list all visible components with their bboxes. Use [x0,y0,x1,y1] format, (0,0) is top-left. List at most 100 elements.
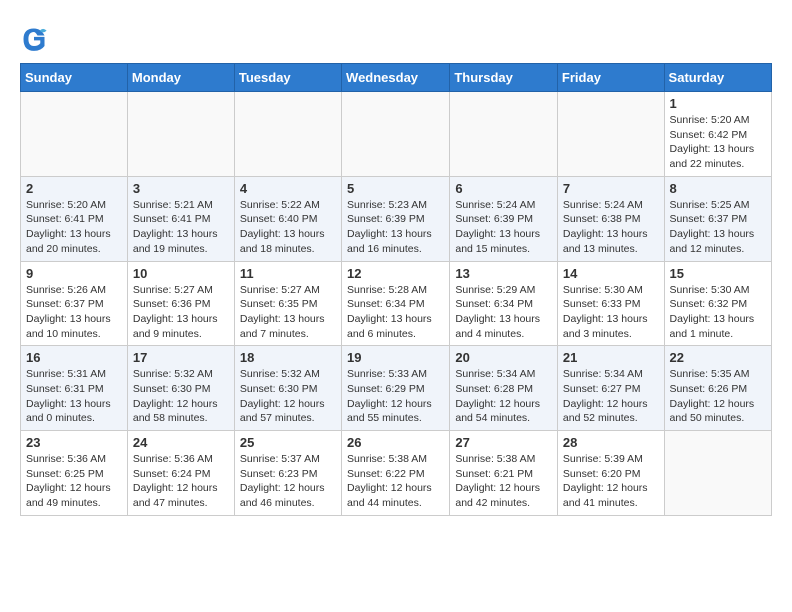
calendar-day-cell [21,92,128,177]
calendar-day-cell: 12 Sunrise: 5:28 AM Sunset: 6:34 PM Dayli… [342,261,450,346]
calendar-day-cell: 26 Sunrise: 5:38 AM Sunset: 6:22 PM Dayli… [342,431,450,516]
day-number: 14 [563,266,659,281]
day-info: Sunrise: 5:25 AM Sunset: 6:37 PM Dayligh… [670,198,766,257]
day-info: Sunrise: 5:24 AM Sunset: 6:38 PM Dayligh… [563,198,659,257]
calendar-week-row: 2 Sunrise: 5:20 AM Sunset: 6:41 PM Daylig… [21,176,772,261]
day-number: 21 [563,350,659,365]
day-info: Sunrise: 5:24 AM Sunset: 6:39 PM Dayligh… [455,198,552,257]
calendar-day-cell: 5 Sunrise: 5:23 AM Sunset: 6:39 PM Daylig… [342,176,450,261]
day-number: 4 [240,181,336,196]
calendar-day-cell: 4 Sunrise: 5:22 AM Sunset: 6:40 PM Daylig… [234,176,341,261]
day-info: Sunrise: 5:23 AM Sunset: 6:39 PM Dayligh… [347,198,444,257]
day-info: Sunrise: 5:34 AM Sunset: 6:27 PM Dayligh… [563,367,659,426]
calendar-day-cell: 6 Sunrise: 5:24 AM Sunset: 6:39 PM Daylig… [450,176,558,261]
calendar-day-cell [342,92,450,177]
calendar-day-cell: 3 Sunrise: 5:21 AM Sunset: 6:41 PM Daylig… [127,176,234,261]
calendar-day-cell [450,92,558,177]
calendar-day-cell [234,92,341,177]
day-number: 15 [670,266,766,281]
day-number: 28 [563,435,659,450]
day-info: Sunrise: 5:36 AM Sunset: 6:25 PM Dayligh… [26,452,122,511]
day-info: Sunrise: 5:27 AM Sunset: 6:36 PM Dayligh… [133,283,229,342]
calendar-day-cell: 23 Sunrise: 5:36 AM Sunset: 6:25 PM Dayli… [21,431,128,516]
logo-icon [20,25,48,53]
calendar-day-cell: 22 Sunrise: 5:35 AM Sunset: 6:26 PM Dayli… [664,346,771,431]
day-number: 23 [26,435,122,450]
calendar-day-cell: 19Sunrise: 5:33 AM Sunset: 6:29 PM Dayli… [342,346,450,431]
day-number: 25 [240,435,336,450]
calendar-day-cell: 9Sunrise: 5:26 AM Sunset: 6:37 PM Daylig… [21,261,128,346]
calendar-week-row: 16Sunrise: 5:31 AM Sunset: 6:31 PM Dayli… [21,346,772,431]
day-info: Sunrise: 5:38 AM Sunset: 6:21 PM Dayligh… [455,452,552,511]
calendar-header-friday: Friday [557,64,664,92]
calendar-week-row: 9Sunrise: 5:26 AM Sunset: 6:37 PM Daylig… [21,261,772,346]
day-number: 7 [563,181,659,196]
calendar-header-wednesday: Wednesday [342,64,450,92]
calendar-day-cell: 18 Sunrise: 5:32 AM Sunset: 6:30 PM Dayli… [234,346,341,431]
calendar-table: SundayMondayTuesdayWednesdayThursdayFrid… [20,63,772,516]
calendar-week-row: 23 Sunrise: 5:36 AM Sunset: 6:25 PM Dayli… [21,431,772,516]
day-info: Sunrise: 5:39 AM Sunset: 6:20 PM Dayligh… [563,452,659,511]
day-info: Sunrise: 5:20 AM Sunset: 6:41 PM Dayligh… [26,198,122,257]
calendar-header-saturday: Saturday [664,64,771,92]
day-info: Sunrise: 5:38 AM Sunset: 6:22 PM Dayligh… [347,452,444,511]
day-info: Sunrise: 5:33 AM Sunset: 6:29 PM Dayligh… [347,367,444,426]
calendar-day-cell [127,92,234,177]
calendar-day-cell: 17 Sunrise: 5:32 AM Sunset: 6:30 PM Dayli… [127,346,234,431]
day-number: 11 [240,266,336,281]
calendar-day-cell: 25Sunrise: 5:37 AM Sunset: 6:23 PM Dayli… [234,431,341,516]
day-number: 17 [133,350,229,365]
day-info: Sunrise: 5:36 AM Sunset: 6:24 PM Dayligh… [133,452,229,511]
day-number: 27 [455,435,552,450]
day-number: 5 [347,181,444,196]
day-info: Sunrise: 5:21 AM Sunset: 6:41 PM Dayligh… [133,198,229,257]
day-info: Sunrise: 5:30 AM Sunset: 6:33 PM Dayligh… [563,283,659,342]
calendar-day-cell: 8 Sunrise: 5:25 AM Sunset: 6:37 PM Daylig… [664,176,771,261]
calendar-day-cell: 14 Sunrise: 5:30 AM Sunset: 6:33 PM Dayli… [557,261,664,346]
calendar-header-row: SundayMondayTuesdayWednesdayThursdayFrid… [21,64,772,92]
day-number: 12 [347,266,444,281]
day-number: 26 [347,435,444,450]
day-number: 18 [240,350,336,365]
day-number: 6 [455,181,552,196]
calendar-day-cell: 11 Sunrise: 5:27 AM Sunset: 6:35 PM Dayli… [234,261,341,346]
day-number: 10 [133,266,229,281]
day-info: Sunrise: 5:34 AM Sunset: 6:28 PM Dayligh… [455,367,552,426]
logo [20,25,50,53]
day-info: Sunrise: 5:31 AM Sunset: 6:31 PM Dayligh… [26,367,122,426]
day-info: Sunrise: 5:22 AM Sunset: 6:40 PM Dayligh… [240,198,336,257]
day-info: Sunrise: 5:32 AM Sunset: 6:30 PM Dayligh… [240,367,336,426]
day-info: Sunrise: 5:27 AM Sunset: 6:35 PM Dayligh… [240,283,336,342]
day-info: Sunrise: 5:20 AM Sunset: 6:42 PM Dayligh… [670,113,766,172]
day-number: 24 [133,435,229,450]
calendar-day-cell: 13 Sunrise: 5:29 AM Sunset: 6:34 PM Dayli… [450,261,558,346]
calendar-day-cell [557,92,664,177]
calendar-day-cell: 24 Sunrise: 5:36 AM Sunset: 6:24 PM Dayli… [127,431,234,516]
calendar-day-cell: 21 Sunrise: 5:34 AM Sunset: 6:27 PM Dayli… [557,346,664,431]
day-info: Sunrise: 5:30 AM Sunset: 6:32 PM Dayligh… [670,283,766,342]
day-number: 8 [670,181,766,196]
calendar-day-cell: 20Sunrise: 5:34 AM Sunset: 6:28 PM Dayli… [450,346,558,431]
day-info: Sunrise: 5:26 AM Sunset: 6:37 PM Dayligh… [26,283,122,342]
calendar-day-cell: 16Sunrise: 5:31 AM Sunset: 6:31 PM Dayli… [21,346,128,431]
calendar-day-cell: 28 Sunrise: 5:39 AM Sunset: 6:20 PM Dayli… [557,431,664,516]
day-info: Sunrise: 5:28 AM Sunset: 6:34 PM Dayligh… [347,283,444,342]
page-header [20,20,772,53]
calendar-day-cell: 15 Sunrise: 5:30 AM Sunset: 6:32 PM Dayli… [664,261,771,346]
day-number: 3 [133,181,229,196]
day-info: Sunrise: 5:29 AM Sunset: 6:34 PM Dayligh… [455,283,552,342]
calendar-day-cell: 10 Sunrise: 5:27 AM Sunset: 6:36 PM Dayli… [127,261,234,346]
day-number: 13 [455,266,552,281]
calendar-week-row: 1 Sunrise: 5:20 AM Sunset: 6:42 PM Daylig… [21,92,772,177]
day-info: Sunrise: 5:32 AM Sunset: 6:30 PM Dayligh… [133,367,229,426]
calendar-header-tuesday: Tuesday [234,64,341,92]
calendar-header-monday: Monday [127,64,234,92]
day-info: Sunrise: 5:35 AM Sunset: 6:26 PM Dayligh… [670,367,766,426]
calendar-day-cell: 27 Sunrise: 5:38 AM Sunset: 6:21 PM Dayli… [450,431,558,516]
calendar-day-cell [664,431,771,516]
calendar-day-cell: 2 Sunrise: 5:20 AM Sunset: 6:41 PM Daylig… [21,176,128,261]
day-number: 22 [670,350,766,365]
day-number: 1 [670,96,766,111]
calendar-day-cell: 1 Sunrise: 5:20 AM Sunset: 6:42 PM Daylig… [664,92,771,177]
day-number: 2 [26,181,122,196]
